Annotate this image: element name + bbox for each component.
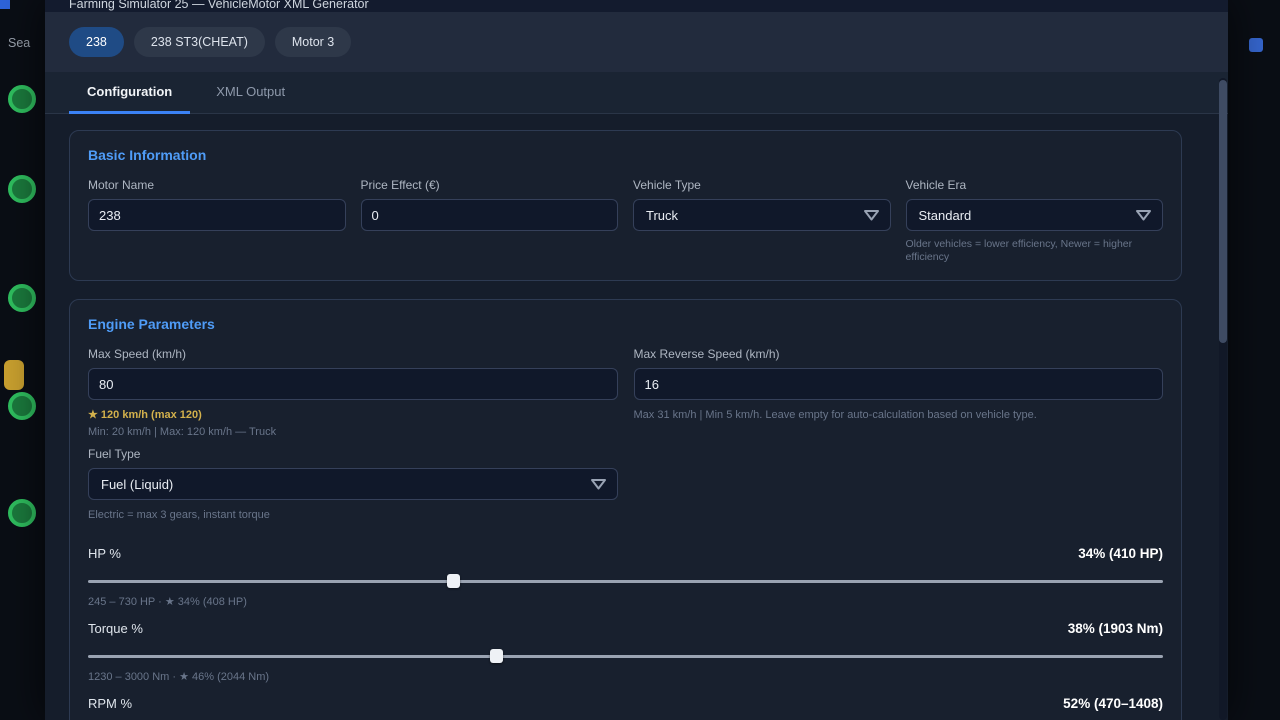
modal-title: Farming Simulator 25 — VehicleMotor XML … xyxy=(69,0,1204,11)
background-search-label: Sea xyxy=(8,36,30,50)
price-effect-input[interactable] xyxy=(361,199,619,231)
background-accent-square xyxy=(0,0,10,9)
motor-tab-238-st3-cheat[interactable]: 238 ST3(CHEAT) xyxy=(134,27,265,57)
engine-parameters-title: Engine Parameters xyxy=(88,316,1163,333)
vehicle-era-select[interactable]: Standard xyxy=(906,199,1164,231)
chevron-down-icon xyxy=(1135,209,1152,221)
chevron-down-icon xyxy=(863,209,880,221)
engine-parameters-card: Engine Parameters Max Speed (km/h) ★ 120… xyxy=(69,299,1182,720)
fuel-type-select[interactable]: Fuel (Liquid) xyxy=(88,468,618,500)
motor-tab-motor-3[interactable]: Motor 3 xyxy=(275,27,351,57)
configuration-panel: Basic Information Motor Name Price Effec… xyxy=(45,114,1228,720)
motor-name-input[interactable] xyxy=(88,199,346,231)
hp-slider-value: 34% (410 HP) xyxy=(1078,546,1163,562)
tab-xml-output[interactable]: XML Output xyxy=(198,72,303,114)
background-status-circle xyxy=(8,85,36,113)
background-icon xyxy=(4,360,24,390)
vehicle-era-label: Vehicle Era xyxy=(906,178,1164,192)
rpm-slider-label: RPM % xyxy=(88,696,132,712)
fuel-type-hint: Electric = max 3 gears, instant torque xyxy=(88,509,618,522)
hp-slider-hint: 245 – 730 HP · ★ 34% (408 HP) xyxy=(88,596,1163,609)
price-effect-label: Price Effect (€) xyxy=(361,178,619,192)
background-status-circle xyxy=(8,175,36,203)
motor-tab-bar: 238 238 ST3(CHEAT) Motor 3 xyxy=(45,12,1228,72)
fuel-type-value: Fuel (Liquid) xyxy=(101,477,173,492)
basic-information-title: Basic Information xyxy=(88,147,1163,164)
torque-slider-label: Torque % xyxy=(88,621,143,637)
vehicle-type-value: Truck xyxy=(646,208,678,223)
torque-slider-hint: 1230 – 3000 Nm · ★ 46% (2044 Nm) xyxy=(88,671,1163,684)
max-reverse-speed-label: Max Reverse Speed (km/h) xyxy=(634,347,1164,361)
max-reverse-speed-hint: Max 31 km/h | Min 5 km/h. Leave empty fo… xyxy=(634,409,1164,422)
vehicle-era-value: Standard xyxy=(919,208,972,223)
rpm-slider-value: 52% (470–1408) xyxy=(1063,696,1163,712)
fuel-type-label: Fuel Type xyxy=(88,447,618,461)
max-speed-star-hint: ★ 120 km/h (max 120) xyxy=(88,409,618,422)
scrollbar-thumb[interactable] xyxy=(1219,80,1227,343)
torque-slider-block: Torque % 38% (1903 Nm) 1230 – 3000 Nm · … xyxy=(88,621,1163,684)
vehicle-type-label: Vehicle Type xyxy=(633,178,891,192)
hp-slider[interactable] xyxy=(88,574,1163,588)
background-status-circle xyxy=(8,284,36,312)
motor-name-label: Motor Name xyxy=(88,178,346,192)
torque-slider-value: 38% (1903 Nm) xyxy=(1068,621,1163,637)
hp-slider-block: HP % 34% (410 HP) 245 – 730 HP · ★ 34% (… xyxy=(88,546,1163,609)
background-status-circle xyxy=(8,392,36,420)
vehicle-era-hint: Older vehicles = lower efficiency, Newer… xyxy=(906,238,1164,264)
hp-slider-label: HP % xyxy=(88,546,121,562)
max-reverse-speed-input[interactable] xyxy=(634,368,1164,400)
motor-tab-238[interactable]: 238 xyxy=(69,27,124,57)
rpm-slider-block: RPM % 52% (470–1408) 550 – 3200 RPM · ★ … xyxy=(88,696,1163,720)
chevron-down-icon xyxy=(590,478,607,490)
view-tab-bar: Configuration XML Output xyxy=(45,72,1228,114)
hp-slider-track xyxy=(88,580,1163,583)
tab-configuration[interactable]: Configuration xyxy=(69,72,190,114)
background-status-circle xyxy=(8,499,36,527)
max-speed-range-hint: Min: 20 km/h | Max: 120 km/h — Truck xyxy=(88,426,618,439)
hp-slider-thumb[interactable] xyxy=(447,574,460,588)
torque-slider-track xyxy=(88,655,1163,658)
torque-slider[interactable] xyxy=(88,649,1163,663)
max-speed-input[interactable] xyxy=(88,368,618,400)
basic-information-card: Basic Information Motor Name Price Effec… xyxy=(69,130,1182,281)
torque-slider-thumb[interactable] xyxy=(490,649,503,663)
vehicle-type-select[interactable]: Truck xyxy=(633,199,891,231)
max-speed-label: Max Speed (km/h) xyxy=(88,347,618,361)
xml-generator-modal: Farming Simulator 25 — VehicleMotor XML … xyxy=(45,0,1228,720)
background-button xyxy=(1249,38,1263,52)
modal-titlebar: Farming Simulator 25 — VehicleMotor XML … xyxy=(45,0,1228,12)
